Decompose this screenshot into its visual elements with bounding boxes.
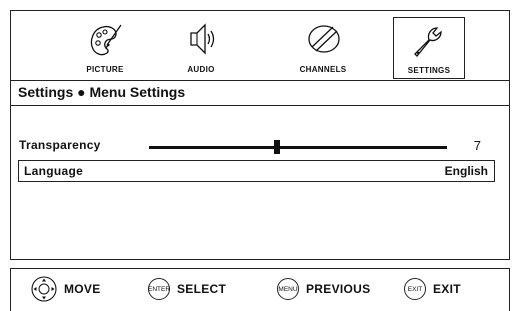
wrench-icon — [414, 27, 442, 57]
hint-exit: EXIT EXIT — [404, 277, 461, 301]
hint-move: MOVE — [31, 276, 101, 302]
satellite-dish-icon — [308, 25, 340, 53]
tab-settings-label: SETTINGS — [407, 66, 451, 75]
tab-picture-label: PICTURE — [86, 65, 124, 74]
language-row[interactable]: Language English — [18, 160, 495, 182]
dpad-icon — [31, 276, 57, 302]
transparency-value: 7 — [473, 138, 481, 153]
enter-button-icon: ENTER — [148, 278, 170, 300]
tab-audio[interactable]: AUDIO — [165, 19, 237, 79]
slider-track — [149, 146, 447, 149]
hint-previous: MENU PREVIOUS — [277, 277, 370, 301]
tab-settings[interactable]: SETTINGS — [393, 17, 465, 79]
slider-thumb[interactable] — [274, 140, 281, 154]
hint-select: ENTER SELECT — [148, 277, 226, 301]
language-value: English — [444, 164, 488, 178]
hint-select-label: SELECT — [177, 282, 227, 296]
menu-tabs: PICTURE AUDIO CHANNELS SETTINGS — [11, 11, 509, 83]
button-hints-bar: MOVE ENTER SELECT MENU PREVIOUS EXIT EXI… — [10, 268, 510, 311]
divider — [11, 80, 509, 81]
hint-previous-label: PREVIOUS — [306, 282, 371, 296]
exit-button-icon: EXIT — [404, 278, 426, 300]
divider — [11, 105, 509, 106]
hint-exit-label: EXIT — [433, 282, 461, 296]
hint-move-label: MOVE — [64, 282, 101, 296]
palette-icon — [90, 24, 122, 56]
tab-audio-label: AUDIO — [187, 65, 215, 74]
settings-menu: PICTURE AUDIO CHANNELS SETTINGS Settings… — [10, 10, 510, 260]
tab-channels[interactable]: CHANNELS — [287, 19, 359, 79]
language-label: Language — [24, 164, 84, 178]
transparency-row[interactable]: Transparency 7 — [11, 138, 509, 156]
transparency-label: Transparency — [19, 138, 101, 152]
tab-channels-label: CHANNELS — [299, 65, 347, 74]
breadcrumb: Settings ● Menu Settings — [18, 84, 186, 100]
menu-button-icon: MENU — [277, 278, 299, 300]
tab-picture[interactable]: PICTURE — [69, 19, 141, 79]
speaker-icon — [190, 23, 215, 55]
